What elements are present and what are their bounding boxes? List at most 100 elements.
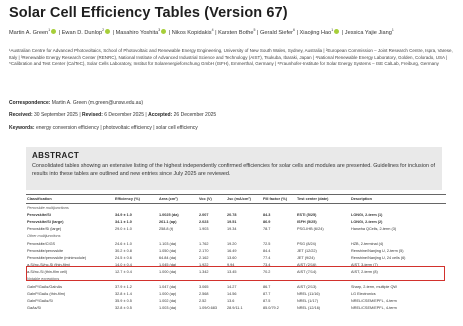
table-row: Perovskite/Si (large) 34.1 ± 1.0 261.1 (ap… xyxy=(26,218,446,225)
correspondence-label: Correspondence: xyxy=(9,100,51,106)
table-cell: 30.2 ± 0.8 xyxy=(115,248,132,253)
keywords-label: Keywords: xyxy=(9,125,35,131)
table-cell: 3.065 xyxy=(199,284,209,289)
table-cell: 34.9 ± 1.0 xyxy=(115,212,132,217)
table-cell: Perovskite/perovskite (minimodule) xyxy=(27,255,87,260)
table-cell: 14.27 xyxy=(227,284,237,289)
orcid-icon[interactable] xyxy=(105,29,111,35)
table-cell: 86.7 xyxy=(263,284,271,289)
column-header: Test center (date) xyxy=(296,194,350,204)
orcid-icon[interactable] xyxy=(161,29,167,35)
table-cell: Perovskite multijunctions xyxy=(27,205,69,210)
keywords: Keywords: energy conversion efficiency |… xyxy=(9,125,198,131)
author-name[interactable]: Ewan D. Dunlop xyxy=(62,30,102,36)
table-cell: 1.762 xyxy=(199,241,209,246)
abstract-box: ABSTRACT Consolidated tables showing an … xyxy=(26,147,442,190)
table-cell: GaAs/Si xyxy=(27,306,41,311)
table-cell: 2.162 xyxy=(199,255,209,260)
table-cell: 13.60 xyxy=(227,255,237,260)
table-cell: 86.9 xyxy=(263,219,271,224)
author-name[interactable]: Xiaojing Hao xyxy=(300,30,332,36)
author-name[interactable]: Masahiro Yoshita xyxy=(116,30,159,36)
table-cell: 20.78 xyxy=(227,212,237,217)
table-cell: 258.8 (t) xyxy=(159,227,174,232)
revised-label: Revised: xyxy=(82,112,103,118)
table-row: Perovskite/Si (large) 29.0 ± 1.0 258.8 (t)… xyxy=(26,226,446,233)
table-cell: 19.34 xyxy=(227,227,237,232)
affiliations: ¹Australian Centre for Advanced Photovol… xyxy=(9,48,453,67)
highlight-box xyxy=(26,266,445,281)
table-cell: NREL/CSEM/EPFL, 4-term xyxy=(351,306,397,311)
column-header: Fill factor (%) xyxy=(262,194,296,204)
table-cell: PSG (8/24) xyxy=(297,241,316,246)
table-cell: ISFH (5/25) xyxy=(297,219,317,224)
revised-date: 6 December 2025 xyxy=(104,112,144,118)
efficiency-table: Classification Efficiency (%) Area (cm²) Vo… xyxy=(26,194,446,312)
abstract-heading: ABSTRACT xyxy=(32,151,80,160)
article-dates: Received: 30 September 2025 | Revised: 6… xyxy=(9,112,217,118)
table-cell: LONGi, 2-term (1) xyxy=(351,212,383,217)
table-cell: 1.002 (da) xyxy=(159,299,177,304)
affiliation-marker: 2 xyxy=(102,28,105,32)
accepted-date: 26 December 2025 xyxy=(173,112,217,118)
column-header: Area (cm²) xyxy=(158,194,198,204)
table-row: GaInP/GaAs (thin-film) 32.8 ± 1.4 1.000 (a… xyxy=(26,290,446,297)
table-cell: Other multijunctions xyxy=(27,234,61,239)
keywords-text: energy conversion efficiency | photovolt… xyxy=(35,125,198,131)
table-cell: 2.023 xyxy=(199,219,209,224)
table-cell: 32.8 ± 0.5 xyxy=(115,306,132,311)
table-cell: Perovskite/Si xyxy=(27,212,51,217)
orcid-icon[interactable] xyxy=(334,29,340,35)
table-cell: GaInP/GaAs/Si xyxy=(27,299,53,304)
table-cell: AIST (2/13) xyxy=(297,284,317,289)
column-header: Jsc (mA/cm²) xyxy=(226,194,262,204)
correspondence-text[interactable]: Martin A. Green (m.green@unsw.edu.au) xyxy=(52,100,143,106)
table-cell: 19.20 xyxy=(227,241,237,246)
table-cell: 32.8 ± 1.4 xyxy=(115,291,132,296)
table-cell: 1.903 xyxy=(199,227,209,232)
table-cell: 16.49 xyxy=(227,248,237,253)
table-cell: 37.9 ± 1.2 xyxy=(115,284,132,289)
orcid-icon[interactable] xyxy=(51,29,57,35)
table-cell: Perovskite/Si (large) xyxy=(27,219,64,224)
table-cell: 34.1 ± 1.0 xyxy=(115,219,132,224)
affiliation-marker: 1 xyxy=(48,28,51,32)
table-cell: Perovskite/CIGS xyxy=(27,241,56,246)
table-cell: 1.0025 (da) xyxy=(159,212,179,217)
table-cell: NREL/CSEM/EPFL, 4-term xyxy=(351,299,397,304)
table-section-row: Perovskite multijunctions xyxy=(26,204,446,212)
table-cell: 72.5 xyxy=(263,241,271,246)
table-cell: 1.103 (da) xyxy=(159,241,177,246)
table-cell: Perovskite/perovskite xyxy=(27,248,64,253)
column-header: Description xyxy=(350,194,446,204)
table-cell: LG Electronics xyxy=(351,291,376,296)
table-cell: 19.51 xyxy=(227,219,237,224)
author-name[interactable]: Jessica Yajie Jiang xyxy=(345,30,392,36)
table-row: Perovskite/CIGS 24.6 ± 1.0 1.103 (da) 1.762… xyxy=(26,240,446,247)
author-name[interactable]: Gerald Siefer xyxy=(260,30,293,36)
table-row: Perovskite/perovskite (minimodule) 24.5 ±… xyxy=(26,254,446,261)
table-cell: 261.1 (ap) xyxy=(159,219,177,224)
affiliation-marker: 3 xyxy=(158,28,161,32)
author-name[interactable]: Karsten Bothe xyxy=(218,30,253,36)
table-row: GaAs/Si 32.8 ± 0.5 1.003 (da) 1.09/0.683 28.… xyxy=(26,305,446,312)
table-cell: 24.6 ± 1.0 xyxy=(115,241,132,246)
author-name[interactable]: Martin A. Green xyxy=(9,30,48,36)
table-cell: 85.0/79.2 xyxy=(263,306,279,311)
table-cell: 35.9 ± 0.5 xyxy=(115,299,132,304)
table-cell: Perovskite/Si (large) xyxy=(27,227,62,232)
table-cell: PSG-IHB (6/24) xyxy=(297,227,324,232)
table-cell: 2.170 xyxy=(199,248,209,253)
table-cell: Hanwha QCells, 2-term (3) xyxy=(351,227,397,232)
table-cell: 2.007 xyxy=(199,212,209,217)
table-cell: Renshine/Nanjing U, 24 cells (6) xyxy=(351,255,406,260)
table-cell: 1.047 (da) xyxy=(159,284,177,289)
table-cell: 2.52 xyxy=(199,299,207,304)
author-list: Martin A. Green1 | Ewan D. Dunlop2 | Mas… xyxy=(9,25,449,38)
author-name[interactable]: Nikos Kopidakis xyxy=(172,30,212,36)
table-cell: JET (9/24) xyxy=(297,255,315,260)
received-label: Received: xyxy=(9,112,33,118)
table-row: Perovskite/Si 34.9 ± 1.0 1.0025 (da) 2.007 2… xyxy=(26,211,446,218)
table-cell: ESTI (5/25) xyxy=(297,212,317,217)
table-cell: NREL (1/17) xyxy=(297,299,318,304)
